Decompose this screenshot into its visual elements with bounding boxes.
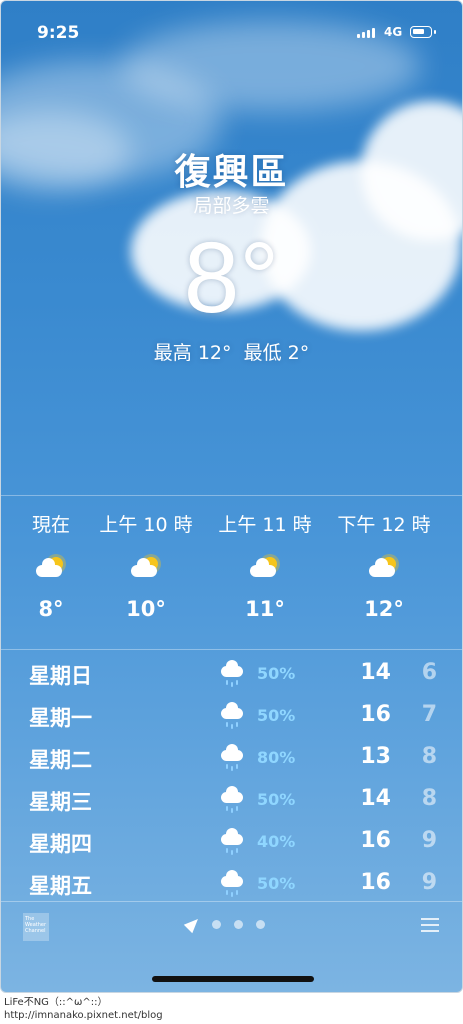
status-time: 9:25: [37, 23, 80, 43]
low-temp: 7: [421, 702, 437, 727]
high-temp: 13: [360, 744, 391, 769]
daily-row: 星期四 40% 16 9: [1, 822, 462, 864]
rain-icon: [220, 744, 246, 772]
precipitation-chance: 40%: [257, 832, 296, 851]
high-temp: 16: [360, 870, 391, 895]
high-temp: 14: [360, 786, 391, 811]
page-indicator[interactable]: [183, 914, 265, 934]
hour-temperature: 10°: [126, 597, 166, 621]
precipitation-chance: 50%: [257, 790, 296, 809]
rain-icon: [220, 702, 246, 730]
day-name: 星期五: [29, 874, 92, 898]
partly-cloudy-day-icon: [129, 555, 163, 581]
watermark-line1: LiFe不NG（::^ω^::）: [4, 997, 108, 1008]
hourly-item: 上午 11 時 11°: [205, 510, 325, 621]
hour-label: 上午 10 時: [99, 514, 193, 536]
day-name: 星期四: [29, 832, 92, 856]
hour-label: 上午 11 時: [218, 514, 312, 536]
precipitation-chance: 50%: [257, 664, 296, 683]
hourly-item: 下午 12 時 12°: [324, 510, 444, 621]
partly-cloudy-day-icon: [367, 555, 401, 581]
rain-icon: [220, 660, 246, 688]
hour-temperature: 12°: [364, 597, 404, 621]
daily-row: 星期日 50% 14 6: [1, 654, 462, 696]
signal-icon: [357, 28, 375, 38]
battery-icon: [410, 26, 436, 38]
high-low-temperature: 最高 12° 最低 2°: [153, 342, 310, 364]
daily-row: 星期一 50% 16 7: [1, 696, 462, 738]
low-temp: 8: [421, 744, 437, 769]
divider: [1, 495, 462, 496]
page-dot: [212, 919, 221, 929]
high-temp: 16: [360, 702, 391, 727]
current-temperature: 8°: [183, 222, 280, 334]
precipitation-chance: 50%: [257, 706, 296, 725]
high-temp: 16: [360, 828, 391, 853]
daily-row: 星期二 80% 13 8: [1, 738, 462, 780]
hourly-item: 上午 10 時 10°: [86, 510, 206, 621]
status-bar: 9:25 4G: [1, 21, 462, 47]
daily-row: 星期五 50% 16 9: [1, 864, 462, 906]
network-type: 4G: [384, 25, 403, 39]
page-dot: [256, 919, 265, 929]
divider: [1, 901, 462, 902]
city-name: 復興區: [174, 152, 289, 193]
hour-label: 下午 12 時: [337, 514, 431, 536]
page-dot: [234, 919, 243, 929]
day-name: 星期二: [29, 748, 92, 772]
watermark-line2: http://imnanako.pixnet.net/blog: [4, 1010, 163, 1021]
rain-icon: [220, 786, 246, 814]
watermark: LiFe不NG（::^ω^::） http://imnanako.pixnet.…: [4, 996, 163, 1022]
home-indicator[interactable]: [152, 976, 314, 982]
location-arrow-icon: [183, 914, 203, 934]
high-temp: 14: [360, 660, 391, 685]
rain-icon: [220, 870, 246, 898]
day-name: 星期日: [29, 664, 92, 688]
weather-screen: 9:25 4G 復興區 局部多雲 8° 最高 12° 最低 2° 現在 8° 上…: [0, 0, 463, 993]
hour-temperature: 11°: [245, 597, 285, 621]
partly-cloudy-day-icon: [248, 555, 282, 581]
low-temp: 9: [421, 828, 437, 853]
rain-icon: [220, 828, 246, 856]
low-temp: 8: [421, 786, 437, 811]
precipitation-chance: 50%: [257, 874, 296, 893]
weather-condition: 局部多雲: [193, 195, 270, 217]
weather-channel-logo[interactable]: The Weather Channel: [23, 913, 49, 941]
list-icon[interactable]: [421, 918, 439, 934]
divider: [1, 649, 462, 650]
day-name: 星期一: [29, 706, 92, 730]
precipitation-chance: 80%: [257, 748, 296, 767]
partly-cloudy-day-icon: [34, 555, 68, 581]
day-name: 星期三: [29, 790, 92, 814]
low-temp: 6: [421, 660, 437, 685]
low-temp: 9: [421, 870, 437, 895]
daily-row: 星期三 50% 14 8: [1, 780, 462, 822]
